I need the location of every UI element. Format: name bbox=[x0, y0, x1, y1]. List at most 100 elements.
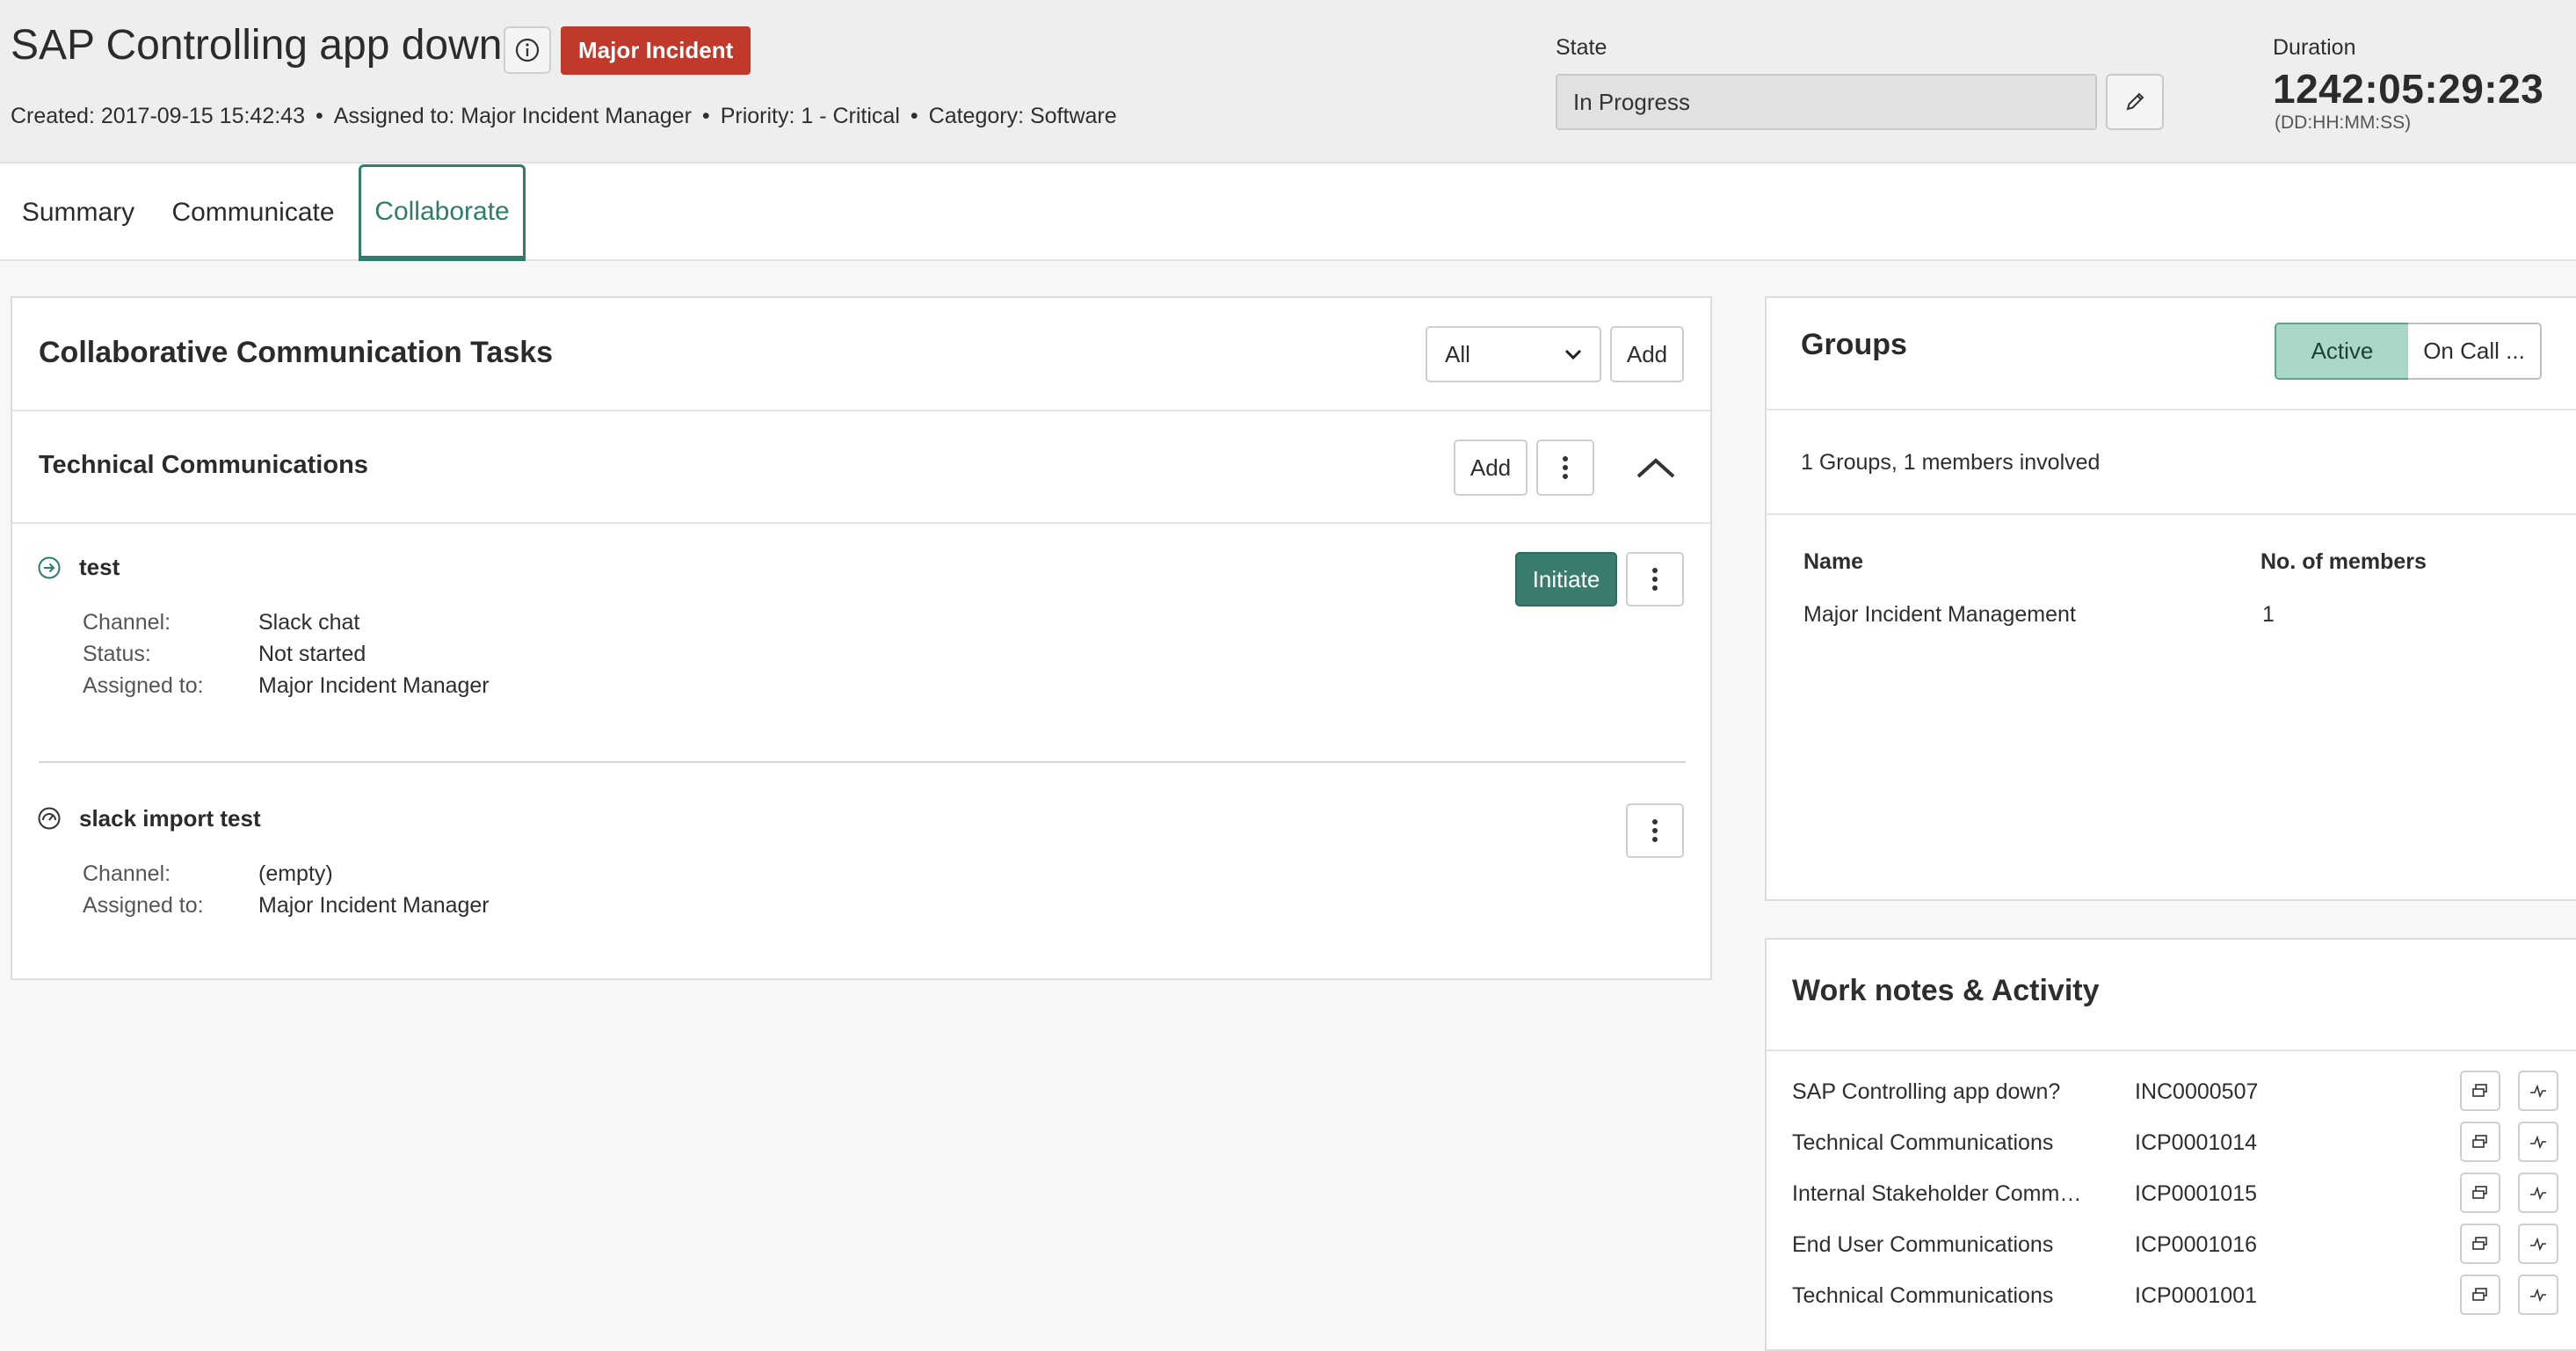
duration-format: (DD:HH:MM:SS) bbox=[2275, 113, 2412, 133]
field-label: Assigned to: bbox=[83, 893, 204, 918]
edit-state-button[interactable] bbox=[2106, 74, 2164, 130]
groups-card bbox=[1765, 296, 2576, 901]
activity-button[interactable] bbox=[2518, 1173, 2558, 1213]
state-field: In Progress bbox=[1556, 74, 2097, 130]
arrow-circle-icon bbox=[38, 556, 61, 579]
work-note-name[interactable]: SAP Controlling app down? bbox=[1792, 1079, 2091, 1105]
activity-button[interactable] bbox=[2518, 1071, 2558, 1111]
groups-on-call-toggle[interactable]: On Call ... bbox=[2408, 323, 2542, 380]
column-header-members[interactable]: No. of members bbox=[2260, 549, 2427, 575]
divider bbox=[12, 522, 1710, 524]
field-label: Assigned to: bbox=[83, 673, 204, 698]
field-label: Channel: bbox=[83, 610, 171, 635]
chevron-up-icon bbox=[1636, 458, 1675, 478]
activity-button[interactable] bbox=[2518, 1224, 2558, 1264]
open-record-button[interactable] bbox=[2460, 1224, 2500, 1264]
work-notes-title: Work notes & Activity bbox=[1792, 974, 2100, 1007]
groups-summary: 1 Groups, 1 members involved bbox=[1801, 450, 2101, 475]
meta-assigned: Assigned to: Major Incident Manager bbox=[333, 104, 692, 128]
field-value: Not started bbox=[258, 642, 366, 666]
meta-separator: • bbox=[315, 104, 323, 128]
state-value: In Progress bbox=[1573, 88, 1690, 115]
field-value: Major Incident Manager bbox=[258, 893, 490, 918]
field-value: Slack chat bbox=[258, 610, 360, 635]
section-title: Technical Communications bbox=[39, 451, 368, 479]
work-note-name[interactable]: Technical Communications bbox=[1792, 1283, 2091, 1309]
work-note-id: ICP0001015 bbox=[2135, 1181, 2258, 1206]
work-note-id: INC0000507 bbox=[2135, 1079, 2259, 1104]
column-header-name[interactable]: Name bbox=[1803, 549, 1863, 575]
work-note-name[interactable]: End User Communications bbox=[1792, 1232, 2091, 1258]
field-label: Channel: bbox=[83, 861, 171, 886]
open-record-button[interactable] bbox=[2460, 1122, 2500, 1162]
window-icon bbox=[2472, 1135, 2487, 1148]
state-label: State bbox=[1556, 35, 1607, 60]
task-more-button[interactable] bbox=[1626, 803, 1684, 858]
section-more-button[interactable] bbox=[1536, 439, 1594, 496]
meta-priority: Priority: 1 - Critical bbox=[720, 104, 900, 128]
group-members-count: 1 bbox=[2262, 602, 2275, 627]
divider bbox=[1767, 409, 2576, 410]
activity-icon bbox=[2530, 1237, 2546, 1252]
tasks-card-title: Collaborative Communication Tasks bbox=[39, 336, 554, 369]
incident-meta: Created: 2017-09-15 15:42:43 • Assigned to… bbox=[11, 104, 1117, 129]
work-note-id: ICP0001001 bbox=[2135, 1283, 2258, 1308]
add-communication-button[interactable]: Add bbox=[1454, 439, 1527, 496]
meta-category: Category: Software bbox=[928, 104, 1117, 128]
groups-active-toggle[interactable]: Active bbox=[2275, 323, 2410, 380]
chevron-down-icon bbox=[1564, 349, 1582, 360]
work-note-id: ICP0001014 bbox=[2135, 1130, 2258, 1155]
work-note-id: ICP0001016 bbox=[2135, 1232, 2258, 1257]
work-note-name[interactable]: Internal Stakeholder Communications bbox=[1792, 1181, 2091, 1207]
meta-created: Created: 2017-09-15 15:42:43 bbox=[11, 104, 305, 128]
work-note-row: Internal Stakeholder Communications ICP0… bbox=[1792, 1173, 2576, 1224]
tab-collaborate[interactable]: Collaborate bbox=[359, 164, 526, 261]
groups-title: Groups bbox=[1801, 328, 1907, 361]
meta-separator: • bbox=[701, 104, 710, 128]
info-button[interactable] bbox=[504, 26, 551, 74]
info-icon bbox=[515, 38, 540, 62]
tab-communicate[interactable]: Communicate bbox=[167, 164, 339, 261]
divider bbox=[1767, 1050, 2576, 1051]
window-icon bbox=[2472, 1237, 2487, 1250]
field-label: Status: bbox=[83, 642, 151, 666]
activity-button[interactable] bbox=[2518, 1122, 2558, 1162]
open-record-button[interactable] bbox=[2460, 1275, 2500, 1315]
window-icon bbox=[2472, 1084, 2487, 1097]
work-note-row: Technical Communications ICP0001014 bbox=[1792, 1122, 2576, 1173]
divider bbox=[39, 761, 1686, 763]
task-filter-select[interactable]: All bbox=[1426, 326, 1601, 382]
add-task-button[interactable]: Add bbox=[1610, 326, 1684, 382]
open-record-button[interactable] bbox=[2460, 1173, 2500, 1213]
page-title: SAP Controlling app down? bbox=[11, 22, 526, 69]
task-more-button[interactable] bbox=[1626, 552, 1684, 606]
tab-bar: Summary Communicate Collaborate bbox=[0, 164, 2576, 261]
initiate-button[interactable]: Initiate bbox=[1515, 552, 1617, 606]
field-value: Major Incident Manager bbox=[258, 673, 490, 698]
task-name[interactable]: test bbox=[79, 554, 120, 581]
task-name[interactable]: slack import test bbox=[79, 805, 261, 832]
activity-icon bbox=[2530, 1288, 2546, 1303]
window-icon bbox=[2472, 1186, 2487, 1199]
duration-label: Duration bbox=[2273, 35, 2356, 60]
open-record-button[interactable] bbox=[2460, 1071, 2500, 1111]
work-note-name[interactable]: Technical Communications bbox=[1792, 1130, 2091, 1156]
group-name[interactable]: Major Incident Management bbox=[1803, 602, 2076, 628]
task-filter-value: All bbox=[1445, 340, 1470, 367]
tab-summary[interactable]: Summary bbox=[12, 164, 144, 261]
divider bbox=[12, 410, 1710, 411]
divider bbox=[1767, 513, 2576, 515]
incident-header: SAP Controlling app down? Major Incident… bbox=[0, 0, 2576, 163]
activity-icon bbox=[2530, 1135, 2546, 1150]
work-note-row: Technical Communications ICP0001001 bbox=[1792, 1275, 2576, 1326]
activity-button[interactable] bbox=[2518, 1275, 2558, 1315]
field-value: (empty) bbox=[258, 861, 333, 886]
collapse-button[interactable] bbox=[1631, 452, 1680, 483]
work-note-row: SAP Controlling app down? INC0000507 bbox=[1792, 1071, 2576, 1122]
window-icon bbox=[2472, 1288, 2487, 1301]
duration-value: 1242:05:29:23 bbox=[2273, 66, 2544, 112]
work-note-row: End User Communications ICP0001016 bbox=[1792, 1224, 2576, 1275]
meta-separator: • bbox=[910, 104, 918, 128]
pencil-icon bbox=[2126, 92, 2144, 111]
activity-icon bbox=[2530, 1084, 2546, 1099]
